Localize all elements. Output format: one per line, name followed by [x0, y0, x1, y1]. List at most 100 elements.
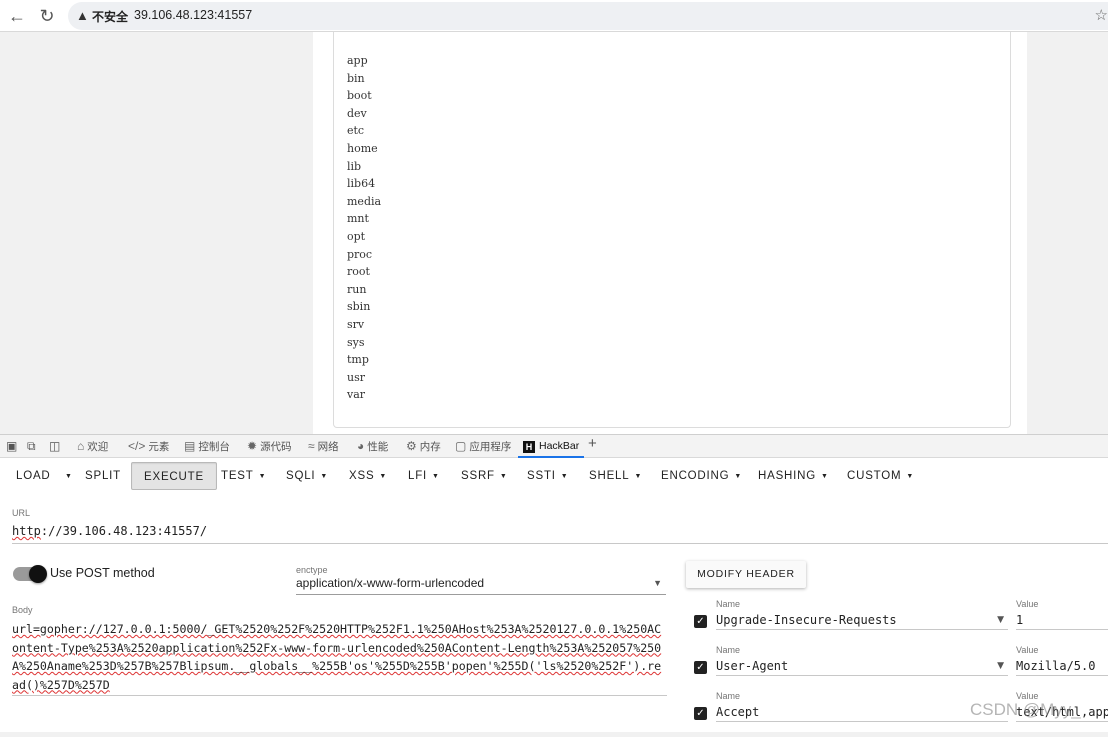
directory-listing: app bin boot dev etc home lib lib64 media mnt opt p…: [347, 52, 381, 404]
header-value-input[interactable]: 1: [1016, 611, 1108, 630]
reload-icon[interactable]: ↻: [36, 5, 58, 27]
caret-down-icon: ▼: [560, 473, 569, 480]
directory-item: usr: [347, 370, 365, 384]
dropdown-arrow-icon: ▼: [653, 578, 662, 588]
tab-console[interactable]: ▤ 控制台: [184, 438, 230, 456]
directory-item: srv: [347, 317, 365, 331]
caret-down-icon: ▼: [906, 473, 915, 480]
header-enabled-checkbox[interactable]: ✓: [694, 615, 707, 628]
tab-elements[interactable]: </> 元素: [128, 438, 169, 456]
header-value-input[interactable]: Mozilla/5.0: [1016, 657, 1108, 676]
load-menu-caret[interactable]: ▼: [60, 462, 73, 490]
back-arrow-icon[interactable]: ←: [6, 5, 28, 27]
directory-item: lib: [347, 159, 362, 173]
lfi-menu[interactable]: LFI ▼: [408, 462, 440, 490]
caret-down-icon: ▼: [258, 473, 267, 480]
tab-application[interactable]: ▢ 应用程序: [455, 438, 511, 456]
directory-item: home: [347, 141, 378, 155]
application-icon: ▢: [455, 439, 467, 453]
caret-down-icon: ▼: [821, 473, 829, 480]
directory-item: boot: [347, 89, 372, 103]
output-card: app bin boot dev etc home lib lib64 media mnt opt p…: [333, 32, 1011, 428]
sqli-menu[interactable]: SQLI ▼: [286, 462, 328, 490]
gauge-icon: ◕: [357, 439, 365, 453]
header-name-input[interactable]: User-Agent ▼: [716, 657, 1008, 676]
header-value-label: Value: [1016, 645, 1039, 655]
header-name-input[interactable]: Upgrade-Insecure-Requests ▼: [716, 611, 1008, 630]
hackbar-panel: LOAD ▼ SPLIT EXECUTE TEST ▼ SQLI ▼ XSS ▼ LF…: [0, 458, 1108, 732]
tab-performance[interactable]: ◕ 性能: [357, 438, 388, 456]
header-value-label: Value: [1016, 599, 1039, 609]
caret-down-icon: ▼: [499, 473, 508, 480]
content-panel: app bin boot dev etc home lib lib64 media mnt opt p…: [313, 32, 1027, 434]
caret-down-icon: ▼: [734, 473, 743, 480]
execute-button[interactable]: EXECUTE: [131, 462, 217, 490]
directory-item: bin: [347, 71, 365, 85]
url-input[interactable]: http://39.106.48.123:41557/: [12, 521, 1108, 544]
load-button[interactable]: LOAD: [16, 462, 51, 490]
header-enabled-checkbox[interactable]: ✓: [694, 661, 707, 674]
page-viewport: app bin boot dev etc home lib lib64 media mnt opt p…: [0, 32, 1108, 434]
post-method-label: Use POST method: [50, 566, 155, 580]
directory-item: proc: [347, 247, 373, 261]
tab-hackbar[interactable]: H HackBar: [518, 438, 585, 458]
encoding-menu[interactable]: ENCODING ▼: [661, 462, 742, 490]
enctype-select[interactable]: application/x-www-form-urlencoded ▼: [296, 576, 666, 595]
header-name-label: Name: [716, 691, 741, 701]
caret-down-icon: ▼: [432, 473, 440, 480]
header-row: ✓ Name Upgrade-Insecure-Requests ▼ Value …: [686, 599, 1108, 645]
header-name-label: Name: [716, 645, 741, 655]
dock-side-icon[interactable]: ◫: [49, 439, 60, 453]
address-bar[interactable]: ▲ 不安全 39.106.48.123:41557 ☆: [68, 2, 1108, 30]
tab-memory[interactable]: ⚙ 内存: [406, 438, 441, 456]
ssti-menu[interactable]: SSTI ▼: [527, 462, 569, 490]
hashing-menu[interactable]: HASHING ▼: [758, 462, 829, 490]
post-method-toggle[interactable]: [13, 565, 47, 583]
custom-menu[interactable]: CUSTOM ▼: [847, 462, 914, 490]
header-name-label: Name: [716, 599, 741, 609]
code-icon: </>: [128, 439, 146, 453]
dropdown-arrow-icon[interactable]: ▼: [997, 611, 1004, 629]
device-toolbar-icon[interactable]: ⧉: [27, 439, 36, 454]
hackbar-logo-icon: H: [523, 441, 535, 453]
watermark: CSDN @Myy_: [970, 700, 1081, 719]
directory-item: tmp: [347, 353, 369, 367]
home-icon: ⌂: [77, 439, 85, 453]
header-row: ✓ Name User-Agent ▼ Value Mozilla/5.0: [686, 645, 1108, 691]
caret-down-icon: ▼: [65, 473, 73, 480]
caret-down-icon: ▼: [379, 473, 388, 480]
caret-down-icon: ▼: [634, 473, 643, 480]
tab-sources[interactable]: ✹ 源代码: [247, 438, 292, 456]
toggle-knob: [29, 565, 47, 583]
enctype-label: enctype: [296, 565, 328, 575]
console-icon: ▤: [184, 439, 196, 453]
bookmark-star-icon[interactable]: ☆: [1095, 6, 1108, 24]
body-textarea[interactable]: url=gopher://127.0.0.1:5000/_GET%2520%25…: [12, 620, 667, 696]
body-label: Body: [12, 605, 33, 615]
address-url[interactable]: 39.106.48.123:41557: [134, 8, 252, 22]
inspect-device-icon[interactable]: ▣: [6, 439, 17, 453]
browser-toolbar: ← ↻ ▲ 不安全 39.106.48.123:41557 ☆: [0, 0, 1108, 32]
wifi-icon: ≈: [308, 439, 315, 453]
memory-chip-icon: ⚙: [406, 439, 417, 453]
split-button[interactable]: SPLIT: [85, 462, 121, 490]
shell-menu[interactable]: SHELL ▼: [589, 462, 642, 490]
directory-item: sbin: [347, 300, 371, 314]
header-enabled-checkbox[interactable]: ✓: [694, 707, 707, 720]
xss-menu[interactable]: XSS ▼: [349, 462, 387, 490]
dropdown-arrow-icon[interactable]: ▼: [997, 657, 1004, 675]
warning-icon: ▲: [76, 8, 89, 23]
tab-network[interactable]: ≈ 网络: [308, 438, 339, 456]
test-menu[interactable]: TEST ▼: [221, 462, 266, 490]
directory-item: root: [347, 265, 370, 279]
directory-item: lib64: [347, 177, 376, 191]
security-label[interactable]: 不安全: [92, 8, 128, 25]
add-tab-icon[interactable]: +: [588, 436, 597, 454]
modify-header-button[interactable]: MODIFY HEADER: [686, 561, 806, 588]
tab-welcome[interactable]: ⌂ 欢迎: [77, 438, 108, 456]
bug-icon: ✹: [247, 439, 258, 453]
ssrf-menu[interactable]: SSRF ▼: [461, 462, 508, 490]
directory-item: var: [347, 388, 366, 402]
directory-item: app: [347, 54, 368, 67]
header-name-input[interactable]: Accept: [716, 703, 1008, 722]
